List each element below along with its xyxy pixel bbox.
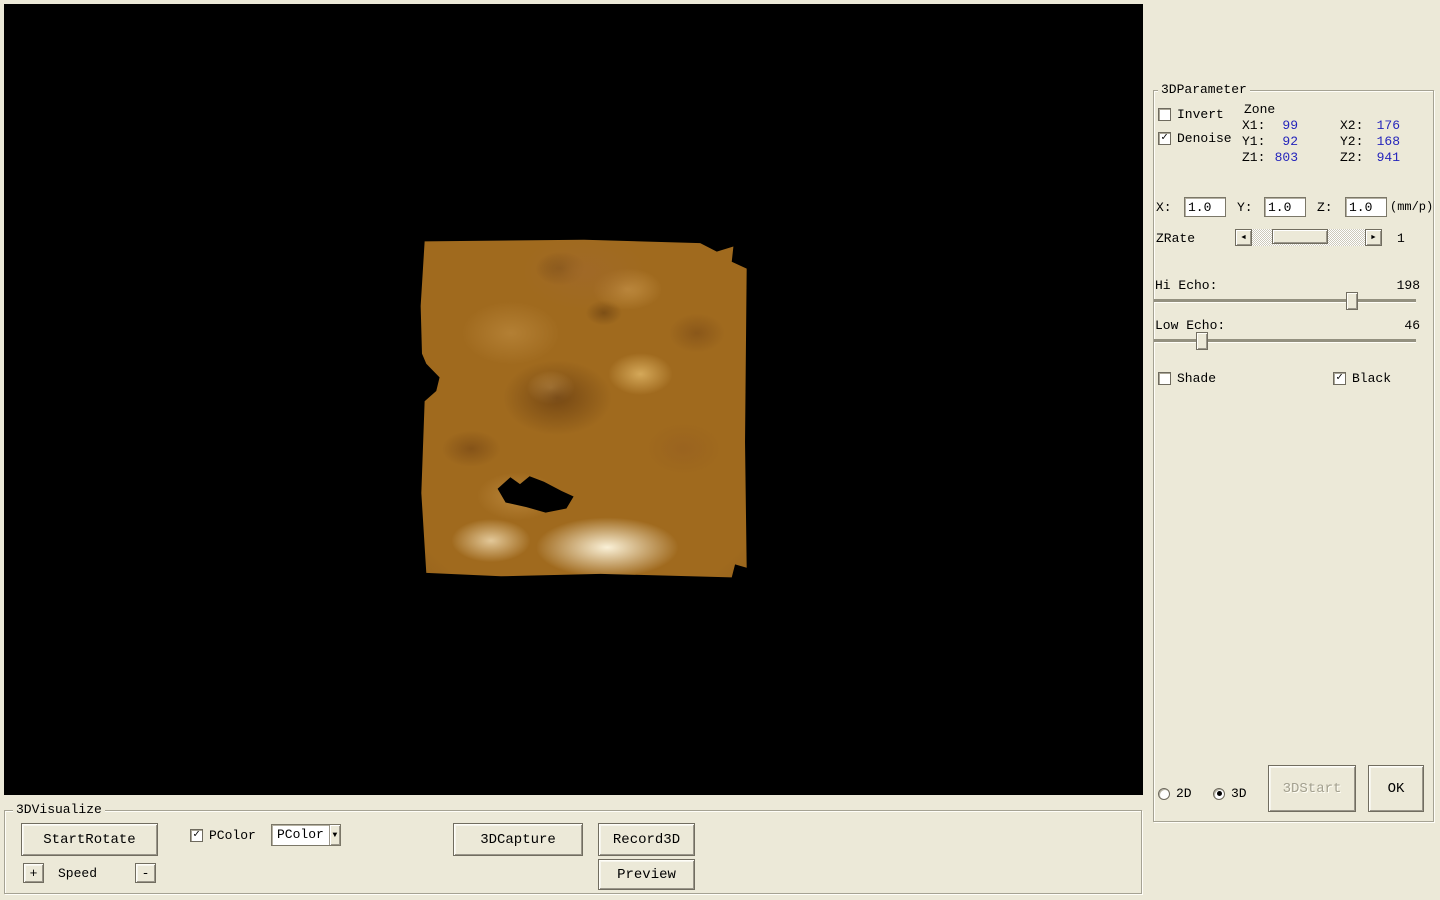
radio-2d-circle[interactable] xyxy=(1158,788,1170,800)
low-echo-value: 46 xyxy=(1375,318,1420,333)
preview-button[interactable]: Preview xyxy=(598,859,695,890)
black-checkbox[interactable]: ✓ Black xyxy=(1333,371,1391,386)
render-dark-cavity xyxy=(496,468,576,514)
hi-echo-slider-track[interactable] xyxy=(1154,299,1416,302)
invert-checkbox-box[interactable] xyxy=(1158,108,1171,121)
pcolor-checkbox[interactable]: ✓ PColor xyxy=(190,828,256,843)
render-viewport[interactable] xyxy=(4,4,1143,795)
hi-echo-label: Hi Echo: xyxy=(1155,278,1217,293)
start-3d-button[interactable]: 3DStart xyxy=(1268,765,1356,812)
scale-y-field[interactable] xyxy=(1264,197,1306,217)
pcolor-checkbox-box[interactable]: ✓ xyxy=(190,829,203,842)
zrate-scrollbar-track[interactable] xyxy=(1252,229,1365,246)
ultrasound-3d-render xyxy=(418,238,750,578)
scale-y-label: Y: xyxy=(1237,200,1253,215)
scroll-left-icon[interactable]: ◄ xyxy=(1235,229,1252,246)
shade-checkbox[interactable]: Shade xyxy=(1158,371,1216,386)
start-rotate-button[interactable]: StartRotate xyxy=(21,823,158,856)
pcolor-checkbox-label: PColor xyxy=(209,828,256,843)
parameter-group-title: 3DParameter xyxy=(1158,82,1250,97)
zone-title: Zone xyxy=(1244,102,1275,117)
zone-y2-label: Y2: xyxy=(1340,134,1363,149)
ok-button[interactable]: OK xyxy=(1368,765,1424,812)
hi-echo-slider-thumb[interactable] xyxy=(1346,292,1358,310)
speed-minus-button[interactable]: - xyxy=(135,863,156,883)
hi-echo-value: 198 xyxy=(1375,278,1420,293)
low-echo-slider-thumb[interactable] xyxy=(1196,332,1208,350)
dropdown-arrow-icon[interactable]: ▼ xyxy=(329,825,340,845)
pcolor-dropdown-value: PColor xyxy=(272,825,329,845)
low-echo-slider-track[interactable] xyxy=(1154,339,1416,342)
denoise-checkbox-box[interactable]: ✓ xyxy=(1158,132,1171,145)
scroll-right-icon[interactable]: ► xyxy=(1365,229,1382,246)
zone-y2-value: 168 xyxy=(1362,134,1400,149)
scale-unit-label: (mm/p) xyxy=(1390,200,1433,214)
capture-3d-button[interactable]: 3DCapture xyxy=(453,823,583,856)
radio-3d-circle[interactable] xyxy=(1213,788,1225,800)
zone-x2-value: 176 xyxy=(1362,118,1400,133)
denoise-checkbox[interactable]: ✓ Denoise xyxy=(1158,131,1232,146)
dropdown-arrow-glyph: ▼ xyxy=(333,831,338,840)
scroll-right-glyph: ► xyxy=(1370,234,1377,241)
zone-z2-value: 941 xyxy=(1362,150,1400,165)
zone-x1-value: 99 xyxy=(1262,118,1298,133)
scroll-left-glyph: ◄ xyxy=(1240,234,1247,241)
check-icon: ✓ xyxy=(1161,133,1168,144)
scale-x-label: X: xyxy=(1156,200,1172,215)
visualize-group-title: 3DVisualize xyxy=(13,802,105,817)
zone-x2-label: X2: xyxy=(1340,118,1363,133)
zrate-scrollbar[interactable]: ◄ ► xyxy=(1235,229,1382,246)
denoise-checkbox-label: Denoise xyxy=(1177,131,1232,146)
speed-plus-button[interactable]: + xyxy=(23,863,44,883)
zrate-label: ZRate xyxy=(1156,231,1195,246)
radio-3d-label: 3D xyxy=(1231,786,1247,801)
black-checkbox-box[interactable]: ✓ xyxy=(1333,372,1346,385)
speed-label: Speed xyxy=(58,866,97,881)
radio-dot xyxy=(1217,791,1222,796)
shade-checkbox-label: Shade xyxy=(1177,371,1216,386)
radio-2d-label: 2D xyxy=(1176,786,1192,801)
record-3d-button[interactable]: Record3D xyxy=(598,823,695,856)
zrate-value: 1 xyxy=(1397,231,1405,246)
invert-checkbox[interactable]: Invert xyxy=(1158,107,1224,122)
check-icon: ✓ xyxy=(1336,373,1343,384)
zone-z1-value: 803 xyxy=(1262,150,1298,165)
zone-z2-label: Z2: xyxy=(1340,150,1363,165)
invert-checkbox-label: Invert xyxy=(1177,107,1224,122)
scale-z-field[interactable] xyxy=(1345,197,1387,217)
radio-3d[interactable]: 3D xyxy=(1213,786,1247,801)
zrate-scrollbar-thumb[interactable] xyxy=(1272,229,1328,244)
black-checkbox-label: Black xyxy=(1352,371,1391,386)
zone-y1-value: 92 xyxy=(1262,134,1298,149)
check-icon: ✓ xyxy=(193,830,200,841)
radio-2d[interactable]: 2D xyxy=(1158,786,1192,801)
parameter-panel: 3DParameter Invert ✓ Denoise Zone X1: 99… xyxy=(1150,0,1440,900)
scale-x-field[interactable] xyxy=(1184,197,1226,217)
visualize-groupbox: 3DVisualize StartRotate ✓ PColor PColor … xyxy=(4,810,1142,894)
low-echo-label: Low Echo: xyxy=(1155,318,1225,333)
pcolor-dropdown[interactable]: PColor ▼ xyxy=(271,824,341,846)
scale-z-label: Z: xyxy=(1317,200,1333,215)
shade-checkbox-box[interactable] xyxy=(1158,372,1171,385)
